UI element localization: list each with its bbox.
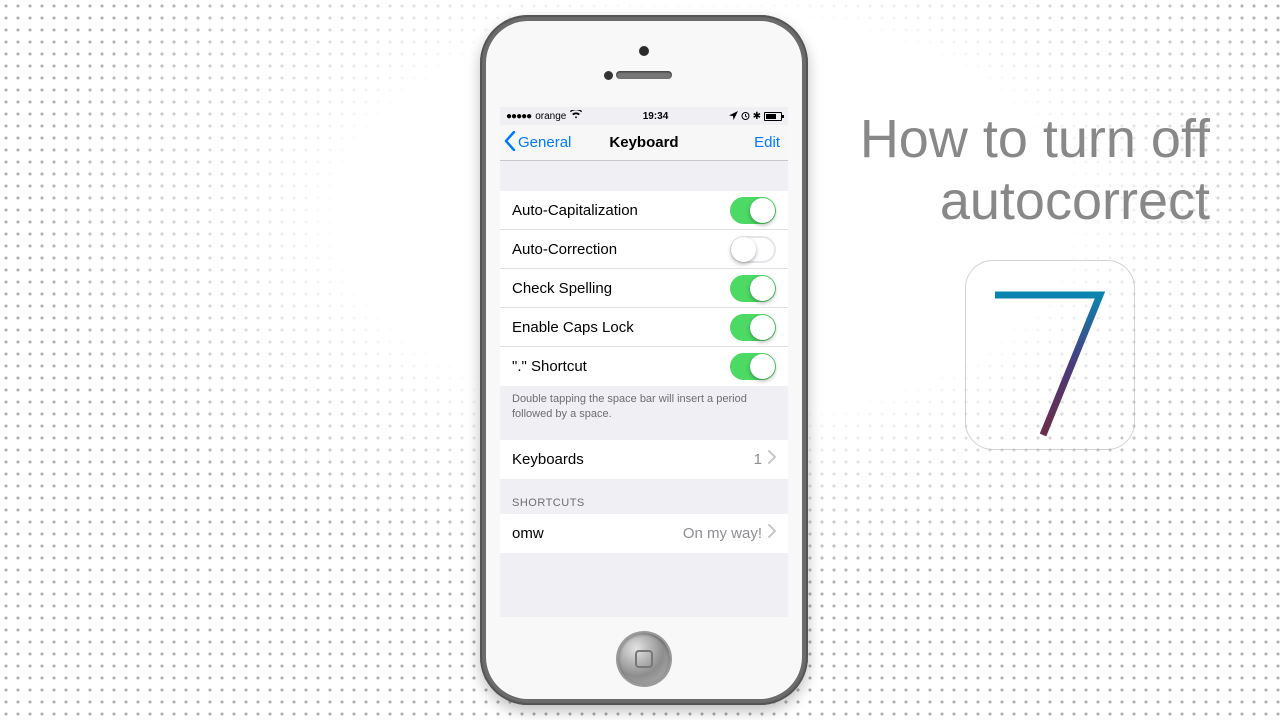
speaker-grille (616, 71, 672, 79)
keyboards-group: Keyboards 1 (500, 440, 788, 479)
label-auto-correct: Auto-Correction (512, 241, 730, 258)
phone-mockup: ●●●●● orange 19:34 ✱ (480, 15, 808, 705)
page-title: Keyboard (609, 134, 678, 151)
location-icon (729, 111, 738, 122)
alarm-icon (741, 111, 750, 122)
toggle-dot-shortcut[interactable] (730, 353, 776, 380)
chevron-left-icon (504, 131, 516, 155)
toggle-group: Auto-Capitalization Auto-Correction Chec… (500, 191, 788, 386)
toggle-check-spelling[interactable] (730, 275, 776, 302)
row-dot-shortcut: "." Shortcut (500, 347, 788, 386)
toggle-caps-lock[interactable] (730, 314, 776, 341)
phone-screen: ●●●●● orange 19:34 ✱ (500, 107, 788, 617)
label-dot-shortcut: "." Shortcut (512, 358, 730, 375)
shortcuts-header: SHORTCUTS (500, 479, 788, 514)
row-check-spelling: Check Spelling (500, 269, 788, 308)
row-keyboards[interactable]: Keyboards 1 (500, 440, 788, 479)
back-button[interactable]: General (504, 131, 571, 155)
nav-bar: General Keyboard Edit (500, 125, 788, 161)
carrier-label: orange (535, 111, 566, 122)
shortcuts-group: omw On my way! (500, 514, 788, 553)
battery-icon (764, 112, 782, 121)
overlay-line1: How to turn off (860, 108, 1210, 170)
settings-content: Auto-Capitalization Auto-Correction Chec… (500, 161, 788, 617)
row-auto-correction: Auto-Correction (500, 230, 788, 269)
label-keyboards: Keyboards (512, 451, 754, 468)
row-auto-capitalization: Auto-Capitalization (500, 191, 788, 230)
label-auto-cap: Auto-Capitalization (512, 202, 730, 219)
proximity-sensor (604, 71, 613, 80)
bluetooth-icon: ✱ (753, 111, 761, 122)
home-square-icon (635, 650, 653, 668)
home-button[interactable] (618, 633, 670, 685)
label-caps-lock: Enable Caps Lock (512, 319, 730, 336)
footer-shortcut-hint: Double tapping the space bar will insert… (500, 386, 788, 432)
row-shortcut-omw[interactable]: omw On my way! (500, 514, 788, 553)
back-label: General (518, 134, 571, 151)
row-caps-lock: Enable Caps Lock (500, 308, 788, 347)
status-time: 19:34 (643, 111, 669, 122)
toggle-auto-capitalization[interactable] (730, 197, 776, 224)
camera-dot (639, 46, 649, 56)
status-bar: ●●●●● orange 19:34 ✱ (500, 107, 788, 125)
seven-graphic (965, 260, 1135, 450)
overlay-title: How to turn off autocorrect (860, 108, 1210, 232)
label-check-spelling: Check Spelling (512, 280, 730, 297)
wifi-icon (570, 110, 582, 122)
overlay-line2: autocorrect (860, 170, 1210, 232)
shortcut-key: omw (512, 525, 683, 542)
signal-dots-icon: ●●●●● (506, 111, 531, 122)
edit-button[interactable]: Edit (754, 134, 780, 151)
toggle-auto-correction[interactable] (730, 236, 776, 263)
chevron-right-icon (768, 450, 776, 468)
shortcut-value: On my way! (683, 525, 762, 542)
keyboards-count: 1 (754, 451, 762, 468)
chevron-right-icon (768, 524, 776, 542)
